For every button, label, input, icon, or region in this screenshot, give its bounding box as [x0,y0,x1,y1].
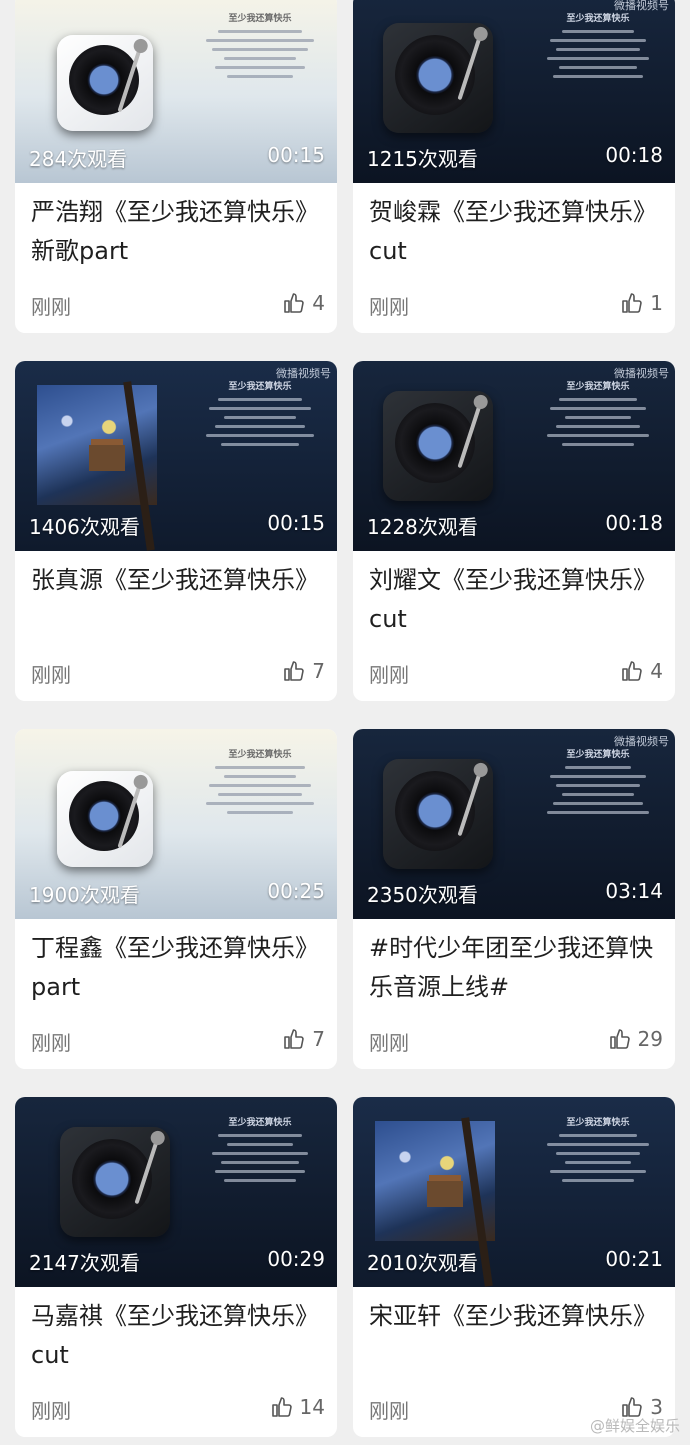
post-time: 刚刚 [31,663,71,687]
video-card[interactable]: 至少我还算快乐 284次观看 00:15 严浩翔《至少我还算快乐》新歌part … [15,0,337,333]
view-count: 2147次观看 [29,1251,140,1275]
video-duration: 03:14 [605,879,663,903]
view-count: 284次观看 [29,147,128,171]
video-title[interactable]: 丁程鑫《至少我还算快乐》part [31,929,323,1007]
like-count: 4 [312,291,325,315]
like-button[interactable]: 1 [620,291,663,315]
thumbs-up-icon [609,1029,630,1049]
video-duration: 00:25 [267,879,325,903]
video-thumbnail[interactable]: 微播视频号 至少我还算快乐 1406次观看 00:15 [15,361,337,551]
post-time: 刚刚 [369,1399,409,1423]
like-button[interactable]: 4 [620,659,663,683]
thumbs-up-icon [622,661,642,681]
video-thumbnail[interactable]: 微播视频号 至少我还算快乐 1215次观看 00:18 [353,0,675,183]
lyrics-overlay: 至少我还算快乐 [538,379,658,452]
video-duration: 00:21 [605,1247,663,1271]
record-player-icon [383,759,493,869]
thumbs-up-icon [271,1397,292,1417]
record-player-icon [383,23,493,133]
video-card[interactable]: 微播视频号 至少我还算快乐 1228次观看 00:18 刘耀文《至少我还算快乐》… [353,361,675,701]
view-count: 1406次观看 [29,515,140,539]
record-player-icon [57,35,153,131]
video-duration: 00:15 [267,511,325,535]
lyrics-overlay: 至少我还算快乐 [200,379,320,452]
lyrics-overlay: 至少我还算快乐 [538,1115,658,1188]
video-title[interactable]: 张真源《至少我还算快乐》 [31,561,323,600]
record-player-icon [57,771,153,867]
like-button[interactable]: 14 [270,1395,325,1419]
video-card[interactable]: 微播视频号 至少我还算快乐 2350次观看 03:14 #时代少年团至少我还算快… [353,729,675,1069]
like-count: 1 [650,291,663,315]
like-button[interactable]: 7 [282,659,325,683]
video-thumbnail[interactable]: 至少我还算快乐 1900次观看 00:25 [15,729,337,919]
post-time: 刚刚 [31,1031,71,1055]
thumbs-up-icon [284,661,304,681]
video-title[interactable]: #时代少年团至少我还算快乐音源上线# [369,929,661,1007]
video-title[interactable]: 贺峻霖《至少我还算快乐》cut [369,193,661,271]
lyrics-overlay: 至少我还算快乐 [538,11,658,84]
video-duration: 00:18 [605,143,663,167]
like-count: 7 [312,1027,325,1051]
video-duration: 00:18 [605,511,663,535]
thumbs-up-icon [284,1029,304,1049]
view-count: 2350次观看 [367,883,478,907]
post-time: 刚刚 [31,295,71,319]
video-duration: 00:29 [267,1247,325,1271]
record-player-icon [383,391,493,501]
like-count: 29 [637,1027,663,1051]
source-watermark: @鲜娱全娱乐 [589,1417,680,1435]
video-thumbnail[interactable]: 微播视频号 至少我还算快乐 1228次观看 00:18 [353,361,675,551]
thumbs-up-icon [622,293,642,313]
video-title[interactable]: 刘耀文《至少我还算快乐》cut [369,561,661,639]
view-count: 1215次观看 [367,147,478,171]
lyrics-overlay: 至少我还算快乐 [200,1115,320,1188]
lyrics-overlay: 至少我还算快乐 [200,11,320,84]
view-count: 1900次观看 [29,883,140,907]
like-count: 7 [312,659,325,683]
video-card[interactable]: 至少我还算快乐 1900次观看 00:25 丁程鑫《至少我还算快乐》part 刚… [15,729,337,1069]
post-time: 刚刚 [369,663,409,687]
post-time: 刚刚 [369,295,409,319]
video-grid: 至少我还算快乐 284次观看 00:15 严浩翔《至少我还算快乐》新歌part … [0,0,690,1445]
thumbs-up-icon [284,293,304,313]
video-thumbnail[interactable]: 至少我还算快乐 2010次观看 00:21 [353,1097,675,1287]
video-card[interactable]: 至少我还算快乐 2147次观看 00:29 马嘉祺《至少我还算快乐》cut 刚刚… [15,1097,337,1437]
video-title[interactable]: 严浩翔《至少我还算快乐》新歌part [31,193,323,271]
view-count: 2010次观看 [367,1251,478,1275]
video-thumbnail[interactable]: 至少我还算快乐 2147次观看 00:29 [15,1097,337,1287]
like-button[interactable]: 29 [608,1027,663,1051]
like-count: 14 [299,1395,325,1419]
video-thumbnail[interactable]: 微播视频号 至少我还算快乐 2350次观看 03:14 [353,729,675,919]
like-count: 4 [650,659,663,683]
video-card[interactable]: 微播视频号 至少我还算快乐 1215次观看 00:18 贺峻霖《至少我还算快乐》… [353,0,675,333]
video-title[interactable]: 宋亚轩《至少我还算快乐》 [369,1297,661,1336]
video-card[interactable]: 至少我还算快乐 2010次观看 00:21 宋亚轩《至少我还算快乐》 刚刚 3 [353,1097,675,1437]
video-title[interactable]: 马嘉祺《至少我还算快乐》cut [31,1297,323,1375]
view-count: 1228次观看 [367,515,478,539]
lyrics-overlay: 至少我还算快乐 [200,747,320,820]
video-card[interactable]: 微播视频号 至少我还算快乐 1406次观看 00:15 张真源《至少我还算快乐》… [15,361,337,701]
lyrics-overlay: 至少我还算快乐 [538,747,658,820]
post-time: 刚刚 [31,1399,71,1423]
video-duration: 00:15 [267,143,325,167]
like-button[interactable]: 7 [282,1027,325,1051]
post-time: 刚刚 [369,1031,409,1055]
like-button[interactable]: 4 [282,291,325,315]
video-thumbnail[interactable]: 至少我还算快乐 284次观看 00:15 [15,0,337,183]
record-player-icon [60,1127,170,1237]
